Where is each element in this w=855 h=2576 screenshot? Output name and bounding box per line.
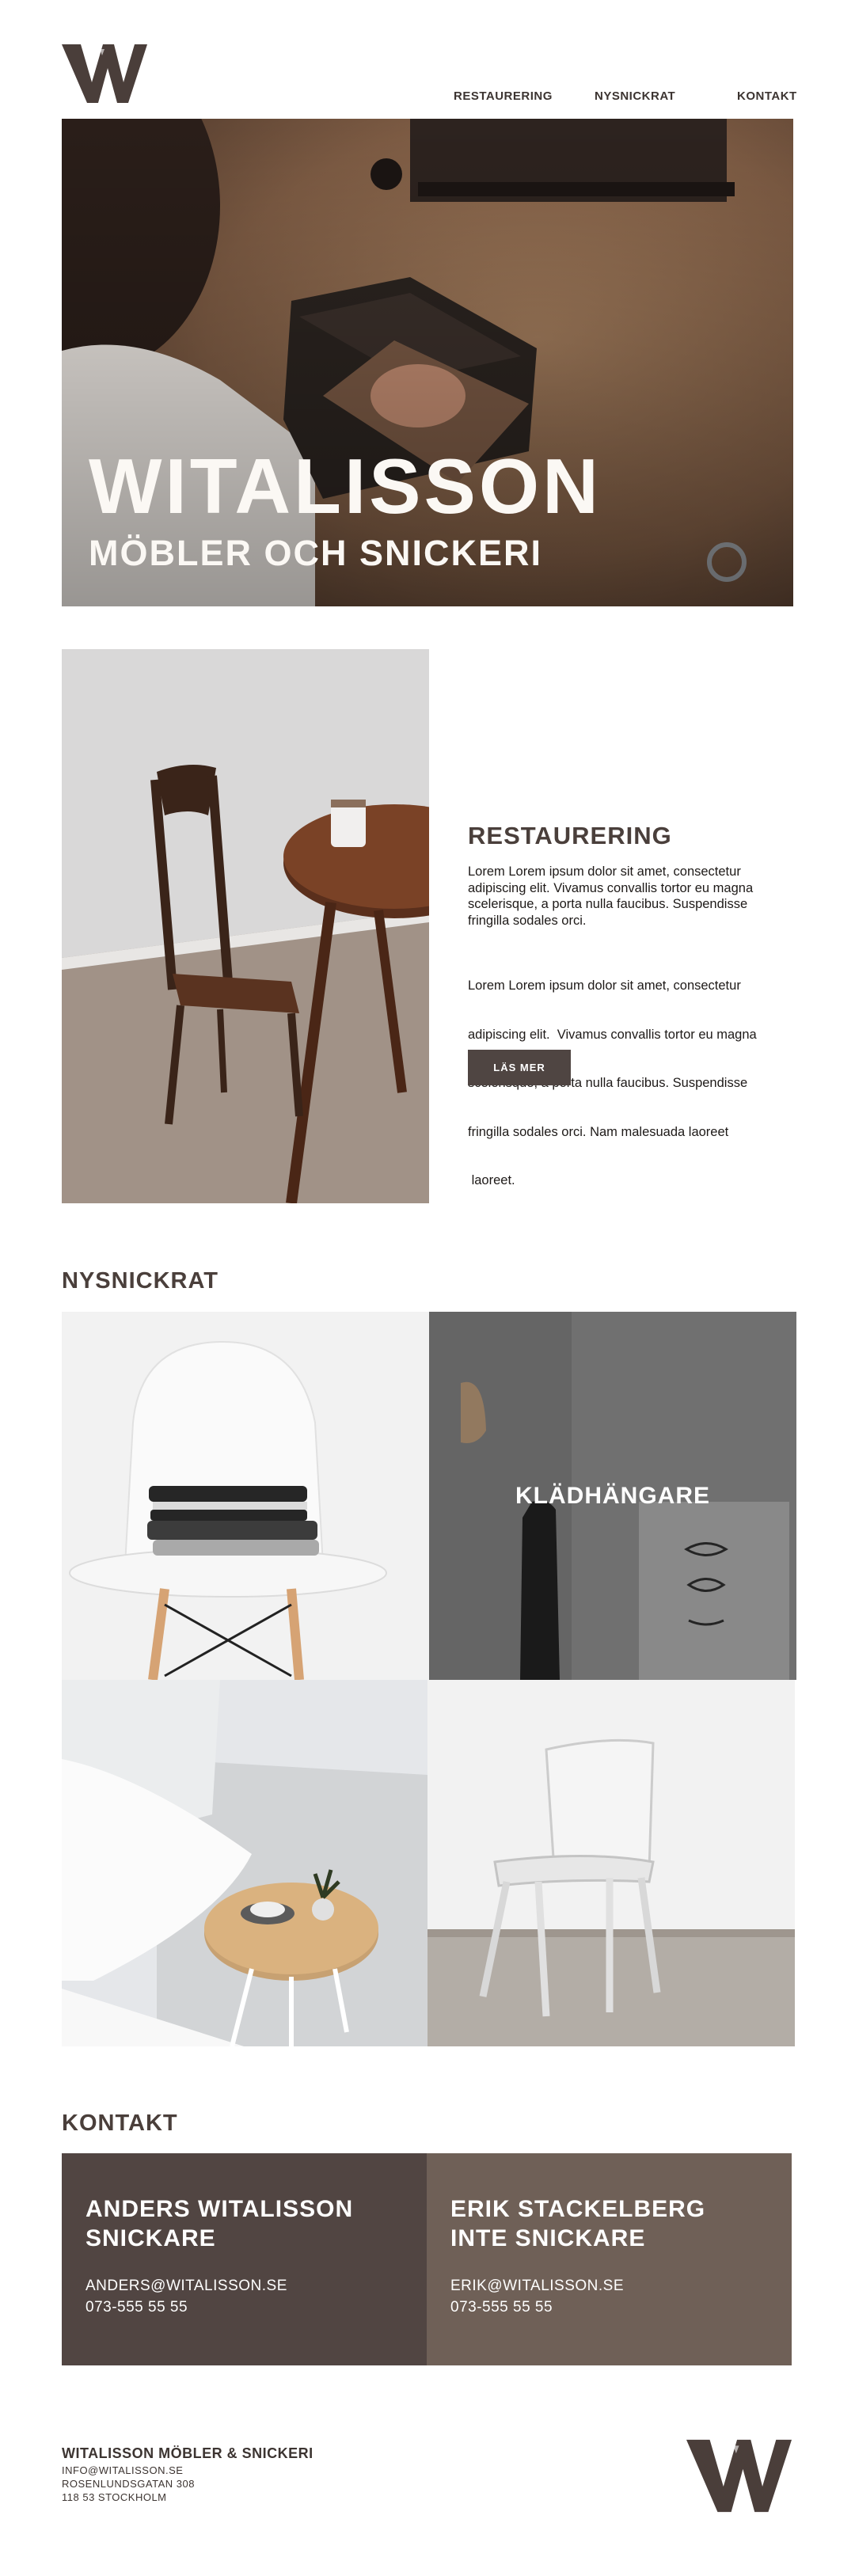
product-tile-side-table[interactable] [62,1680,428,2046]
footer-company-name: WITALISSON MÖBLER & SNICKERI [62,2445,314,2461]
contact-name: ANDERS WITALISSON [86,2196,354,2222]
restaurering-photo [62,649,429,1203]
logo-w-icon[interactable] [62,44,147,103]
contact-email-link[interactable]: ANDERS@WITALISSON.SE [86,2278,287,2295]
contact-role: SNICKARE [86,2225,216,2251]
product-tile-white-chair[interactable] [428,1680,795,2046]
read-more-button[interactable]: LÄS MER [468,1050,571,1085]
footer-city: 118 53 STOCKHOLM [62,2491,167,2503]
footer-email-link[interactable]: INFO@WITALISSON.SE [62,2464,183,2477]
nav-nysnickrat[interactable]: NYSNICKRAT [595,89,675,103]
contact-card-erik: ERIK STACKELBERG INTE SNICKARE ERIK@WITA… [427,2153,792,2365]
contact-phone-link[interactable]: 073-555 55 55 [450,2299,553,2316]
contact-role: INTE SNICKARE [450,2225,646,2251]
footer-logo-w-icon [686,2439,792,2513]
product-tile-chair-textiles[interactable] [62,1312,429,1680]
nav-kontakt[interactable]: KONTAKT [737,89,797,103]
nav-restaurering[interactable]: RESTAURERING [454,89,553,103]
contact-phone-link[interactable]: 073-555 55 55 [86,2299,188,2316]
restaurering-heading: RESTAURERING [468,822,672,849]
hero-subtitle: MÖBLER OCH SNICKERI [89,533,543,573]
contact-email-link[interactable]: ERIK@WITALISSON.SE [450,2278,624,2295]
hero-banner: WITALISSON MÖBLER OCH SNICKERI [62,119,793,606]
kontakt-heading: KONTAKT [62,2111,178,2136]
restaurering-paragraph-1: Lorem Lorem ipsum dolor sit amet, consec… [468,864,754,928]
contact-name: ERIK STACKELBERG [450,2196,706,2222]
product-tile-label: KLÄDHÄNGARE [515,1483,710,1509]
product-tile-kladhangare[interactable]: KLÄDHÄNGARE [429,1312,796,1680]
nysnickrat-heading: NYSNICKRAT [62,1268,218,1294]
hero-title: WITALISSON [89,443,602,530]
footer-street: ROSENLUNDSGATAN 308 [62,2478,195,2490]
contact-card-anders: ANDERS WITALISSON SNICKARE ANDERS@WITALI… [62,2153,427,2365]
